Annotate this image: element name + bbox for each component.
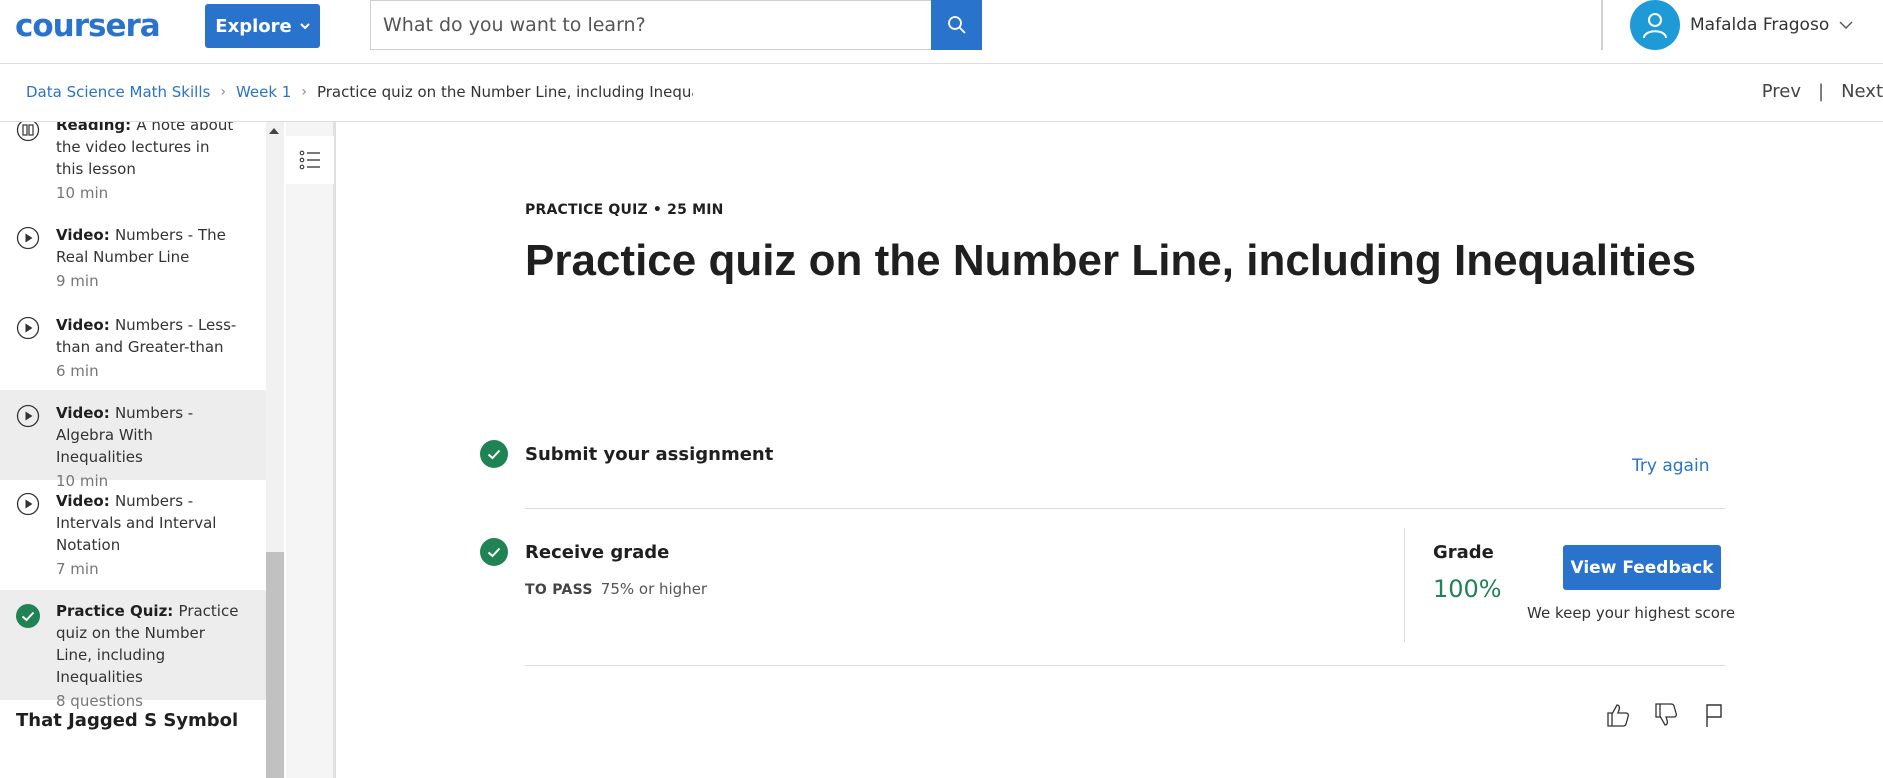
sidebar-item-reading[interactable]: Reading: A note about the video lectures…: [0, 122, 266, 202]
sidebar-scrollbar[interactable]: [266, 122, 284, 778]
scroll-thumb[interactable]: [266, 552, 284, 778]
breadcrumb-week[interactable]: Week 1: [236, 83, 291, 101]
next-link[interactable]: Next: [1841, 81, 1883, 102]
breadcrumb-bar: Data Science Math Skills › Week 1 › Prac…: [0, 78, 1883, 122]
avatar: [1630, 0, 1680, 50]
sidebar-item-video[interactable]: Video: Numbers - Less-than and Greater-t…: [0, 302, 266, 390]
sidebar-item-quiz[interactable]: Practice Quiz: Practice quiz on the Numb…: [0, 590, 266, 710]
sidebar-item-duration: 7 min: [56, 560, 99, 578]
sidebar-item-duration: 6 min: [56, 362, 99, 380]
nav-separator: |: [1817, 81, 1825, 102]
play-icon: [16, 404, 40, 428]
play-icon: [16, 226, 40, 250]
user-menu[interactable]: Mafalda Fragoso: [1630, 0, 1853, 50]
top-header: coursera Explore Mafalda Fragoso: [0, 0, 1883, 64]
coursera-logo[interactable]: coursera: [15, 8, 161, 44]
highest-score-note: We keep your highest score: [1527, 604, 1736, 622]
sidebar-item-type: Reading:: [56, 122, 137, 134]
search-button[interactable]: [931, 0, 982, 50]
submit-assignment-title: Submit your assignment: [525, 444, 774, 465]
chevron-right-icon: ›: [301, 84, 307, 100]
view-feedback-button[interactable]: View Feedback: [1563, 545, 1721, 590]
divider: [525, 508, 1725, 509]
grade-value: 100%: [1433, 575, 1502, 603]
page-title: Practice quiz on the Number Line, includ…: [525, 236, 1697, 285]
list-icon: [299, 150, 320, 170]
search-field: [370, 0, 932, 50]
thumbs-down-icon[interactable]: [1651, 700, 1681, 730]
play-icon: [16, 316, 40, 340]
reaction-buttons: [1603, 700, 1729, 730]
breadcrumb-course[interactable]: Data Science Math Skills: [26, 83, 210, 101]
explore-label: Explore: [215, 15, 292, 37]
chevron-down-icon: [299, 19, 310, 33]
sidebar-item-questions: 8 questions: [56, 692, 143, 710]
sidebar-item-type: Practice Quiz:: [56, 602, 179, 620]
breadcrumb-current: Practice quiz on the Number Line, includ…: [316, 83, 693, 101]
user-icon: [1643, 13, 1667, 39]
sidebar-item-type: Video:: [56, 404, 115, 422]
try-again-link[interactable]: Try again: [1632, 456, 1709, 476]
pass-requirement: TO PASS 75% or higher: [525, 580, 707, 598]
prev-next-nav: Prev | Next: [1762, 81, 1883, 102]
chevron-down-icon: [1839, 21, 1853, 29]
to-pass-value: 75% or higher: [600, 580, 708, 598]
quiz-eyebrow: PRACTICE QUIZ • 25 MIN: [525, 202, 724, 218]
header-divider: [1601, 0, 1603, 50]
breadcrumb: Data Science Math Skills › Week 1 › Prac…: [26, 83, 693, 101]
chevron-right-icon: ›: [220, 84, 226, 100]
sidebar-section-title[interactable]: That Jagged S Symbol: [16, 710, 238, 731]
sidebar-item-video[interactable]: Video: Numbers - The Real Number Line 9 …: [0, 212, 266, 302]
flag-icon[interactable]: [1699, 700, 1729, 730]
grade-label: Grade: [1433, 542, 1494, 563]
search-input[interactable]: [383, 14, 932, 36]
sidebar-item-video[interactable]: Video: Numbers - Algebra With Inequaliti…: [0, 390, 266, 490]
sidebar-item-type: Video:: [56, 226, 115, 244]
course-sidebar: Reading: A note about the video lectures…: [0, 122, 266, 778]
divider: [525, 665, 1725, 666]
sidebar-item-type: Video:: [56, 316, 115, 334]
sidebar-item-type: Video:: [56, 492, 115, 510]
check-circle-icon: [480, 440, 508, 468]
prev-link[interactable]: Prev: [1762, 81, 1801, 102]
sidebar-item-duration: 9 min: [56, 272, 99, 290]
thumbs-up-icon[interactable]: [1603, 700, 1633, 730]
search-icon: [947, 16, 966, 34]
user-name: Mafalda Fragoso: [1690, 15, 1830, 35]
scroll-up-arrow[interactable]: [269, 128, 279, 134]
vertical-divider: [1404, 528, 1405, 642]
to-pass-label: TO PASS: [525, 582, 593, 598]
toggle-outline-button[interactable]: [286, 136, 334, 184]
check-circle-icon: [16, 604, 40, 628]
sidebar-item-video[interactable]: Video: Numbers - Intervals and Interval …: [0, 480, 266, 590]
check-circle-icon: [480, 538, 508, 566]
explore-button[interactable]: Explore: [205, 4, 320, 48]
play-icon: [16, 492, 40, 516]
reading-icon: [16, 122, 40, 142]
receive-grade-title: Receive grade: [525, 542, 670, 563]
sidebar-item-duration: 10 min: [56, 184, 109, 202]
sidebar-toggle-rail: [286, 122, 336, 778]
